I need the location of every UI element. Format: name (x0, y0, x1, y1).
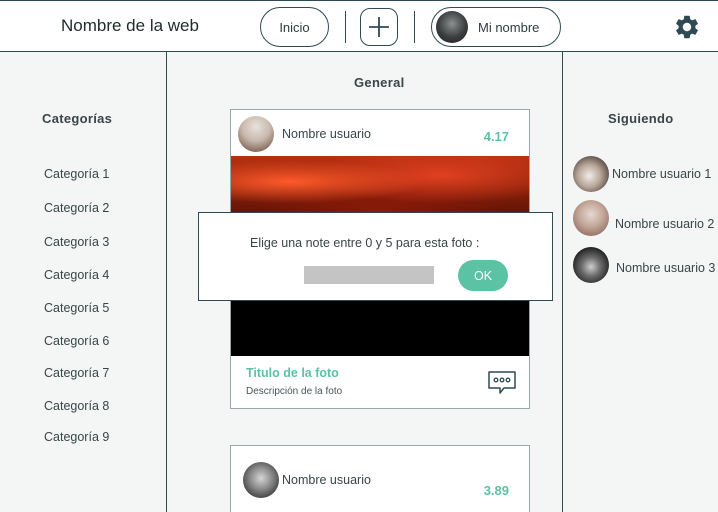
category-item[interactable]: Categoría 7 (44, 366, 109, 380)
following-user[interactable]: Nombre usuario 3 (616, 261, 715, 275)
category-item[interactable]: Categoría 8 (44, 399, 109, 413)
home-button[interactable]: Inicio (260, 7, 329, 47)
category-item[interactable]: Categoría 3 (44, 235, 109, 249)
category-item[interactable]: Categoría 6 (44, 334, 109, 348)
profile-name: Mi nombre (478, 20, 540, 35)
category-item[interactable]: Categoría 1 (44, 167, 109, 181)
rating-input[interactable] (304, 266, 434, 284)
following-user[interactable]: Nombre usuario 1 (612, 167, 711, 181)
divider (345, 11, 346, 43)
category-item[interactable]: Categoría 9 (44, 430, 109, 444)
avatar (436, 11, 468, 43)
post-username[interactable]: Nombre usuario (282, 473, 371, 487)
following-sidebar: Siguiendo Nombre usuario 1 Nombre usuari… (562, 52, 718, 512)
categories-title: Categorías (42, 111, 113, 126)
post-score: 4.17 (483, 129, 509, 144)
profile-button[interactable]: Mi nombre (431, 7, 561, 47)
post-username[interactable]: Nombre usuario (282, 127, 371, 141)
photo-description: Descripción de la foto (246, 386, 343, 397)
add-photo-button[interactable] (360, 8, 398, 46)
post-score: 3.89 (483, 483, 509, 498)
site-name[interactable]: Nombre de la web (61, 16, 199, 36)
top-bar: Nombre de la web Inicio Mi nombre (0, 0, 718, 52)
following-user[interactable]: Nombre usuario 2 (615, 217, 714, 231)
rating-prompt: Elige una note entre 0 y 5 para esta fot… (250, 236, 480, 250)
ok-button[interactable]: OK (458, 260, 508, 291)
rating-dialog: Elige una note entre 0 y 5 para esta fot… (198, 212, 553, 301)
following-title: Siguiendo (608, 111, 674, 126)
photo-image (231, 156, 529, 220)
comment-icon[interactable] (487, 370, 517, 396)
category-item[interactable]: Categoría 5 (44, 301, 109, 315)
divider (414, 11, 415, 43)
avatar[interactable] (573, 200, 609, 236)
post-card: Nombre usuario 3.89 (230, 445, 530, 512)
avatar[interactable] (573, 247, 609, 283)
gear-icon[interactable] (673, 13, 701, 41)
category-item[interactable]: Categoría 2 (44, 201, 109, 215)
categories-sidebar: Categorías Categoría 1 Categoría 2 Categ… (0, 52, 167, 512)
avatar[interactable] (238, 116, 274, 152)
avatar[interactable] (243, 462, 279, 498)
feed-title: General (354, 75, 405, 90)
photo-title: Titulo de la foto (246, 366, 339, 380)
category-item[interactable]: Categoría 4 (44, 268, 109, 282)
avatar[interactable] (573, 156, 609, 192)
plus-icon (369, 17, 389, 37)
